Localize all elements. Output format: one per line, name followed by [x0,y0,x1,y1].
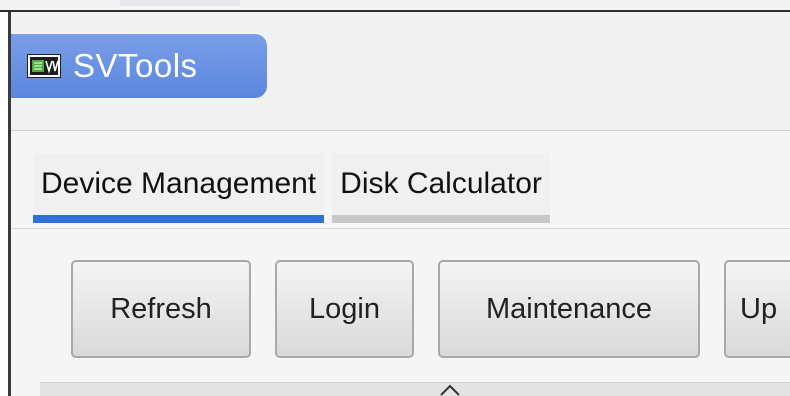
login-button[interactable]: Login [275,260,414,358]
tab-gap [324,153,332,229]
title-bar: SVTools [11,12,790,131]
tab-label: Device Management [41,167,317,200]
upgrade-button[interactable]: Up [724,260,790,358]
chevron-up-icon[interactable] [438,383,462,396]
device-list-header[interactable] [40,382,790,396]
app-window: SVTools Device Management Disk Calculato… [0,0,790,396]
toolbar: Refresh Login Maintenance Up [71,260,790,358]
maintenance-button[interactable]: Maintenance [438,260,700,358]
sv-app-icon [27,54,61,78]
tab-disk-calculator[interactable]: Disk Calculator [332,153,550,223]
tab-device-management[interactable]: Device Management [33,153,325,223]
refresh-button[interactable]: Refresh [71,260,251,358]
top-edge [0,0,790,12]
tab-strip-divider [11,228,790,229]
main-content: Device Management Disk Calculator Refres… [11,131,790,396]
app-title-button[interactable]: SVTools [11,34,267,98]
app-title-text: SVTools [73,47,198,84]
top-edge-shade [120,0,240,6]
tab-label: Disk Calculator [340,167,542,200]
tab-bar: Device Management Disk Calculator [33,153,550,229]
